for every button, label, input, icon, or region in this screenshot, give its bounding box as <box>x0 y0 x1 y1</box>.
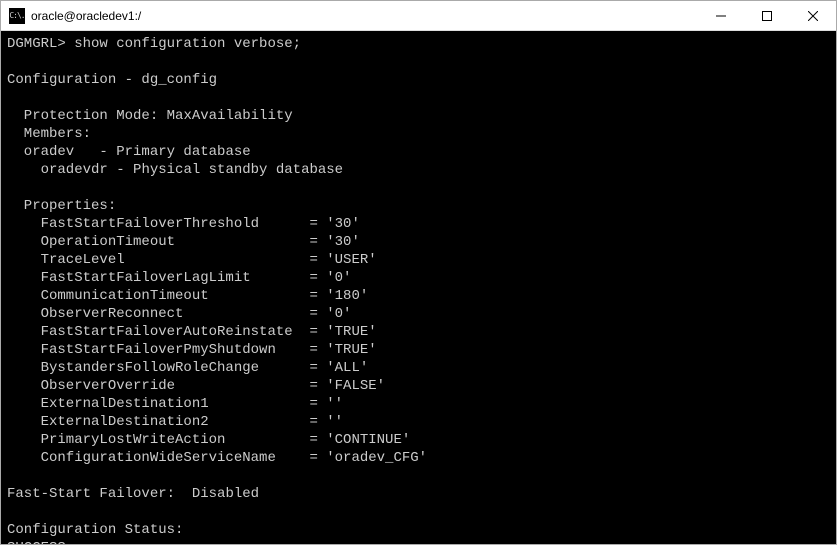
window-title: oracle@oracledev1:/ <box>31 9 698 23</box>
minimize-button[interactable] <box>698 1 744 30</box>
terminal-output[interactable]: DGMGRL> show configuration verbose; Conf… <box>1 31 836 544</box>
member-desc: - Physical standby database <box>116 162 343 178</box>
config-status-value: SUCCESS <box>7 540 66 544</box>
member-name: oradev <box>7 144 91 160</box>
members-label: Members: <box>7 126 91 142</box>
prompt: DGMGRL> <box>7 36 66 52</box>
properties-list: FastStartFailoverThreshold = '30' Operat… <box>7 216 427 466</box>
window-controls <box>698 1 836 30</box>
config-status-label: Configuration Status: <box>7 522 183 538</box>
maximize-button[interactable] <box>744 1 790 30</box>
protection-mode-value: MaxAvailability <box>167 108 293 124</box>
close-button[interactable] <box>790 1 836 30</box>
fsfo-label: Fast-Start Failover: <box>7 486 183 502</box>
terminal-icon: C:\. <box>9 8 25 24</box>
properties-label: Properties: <box>7 198 116 214</box>
command-line: show configuration verbose; <box>74 36 301 52</box>
member-name: oradevdr <box>7 162 108 178</box>
fsfo-value: Disabled <box>192 486 259 502</box>
protection-mode-label: Protection Mode: <box>7 108 158 124</box>
member-desc: - Primary database <box>99 144 250 160</box>
config-header: Configuration - dg_config <box>7 72 217 88</box>
window-titlebar: C:\. oracle@oracledev1:/ <box>1 1 836 31</box>
